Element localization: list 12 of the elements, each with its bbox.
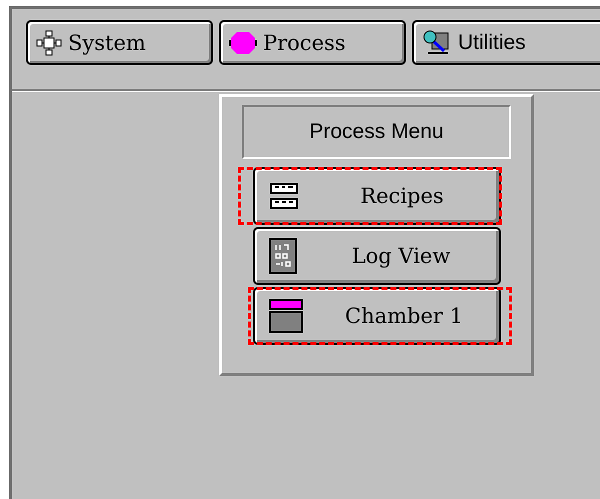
menu-button[interactable]: Recipes: [253, 167, 501, 225]
chamber-icon: [269, 299, 303, 333]
menu-button[interactable]: Chamber 1: [253, 287, 501, 345]
recipe-cards-icon: [269, 181, 299, 211]
octagon-icon: [229, 30, 257, 54]
tab[interactable]: Utilities: [412, 20, 600, 65]
network-icon: [36, 30, 62, 56]
tab[interactable]: System: [26, 20, 213, 65]
log-grid-icon: [269, 238, 297, 274]
menu-button[interactable]: Log View: [253, 227, 501, 285]
tab[interactable]: Process: [219, 20, 406, 65]
menu-title: Process Menu: [242, 105, 511, 159]
